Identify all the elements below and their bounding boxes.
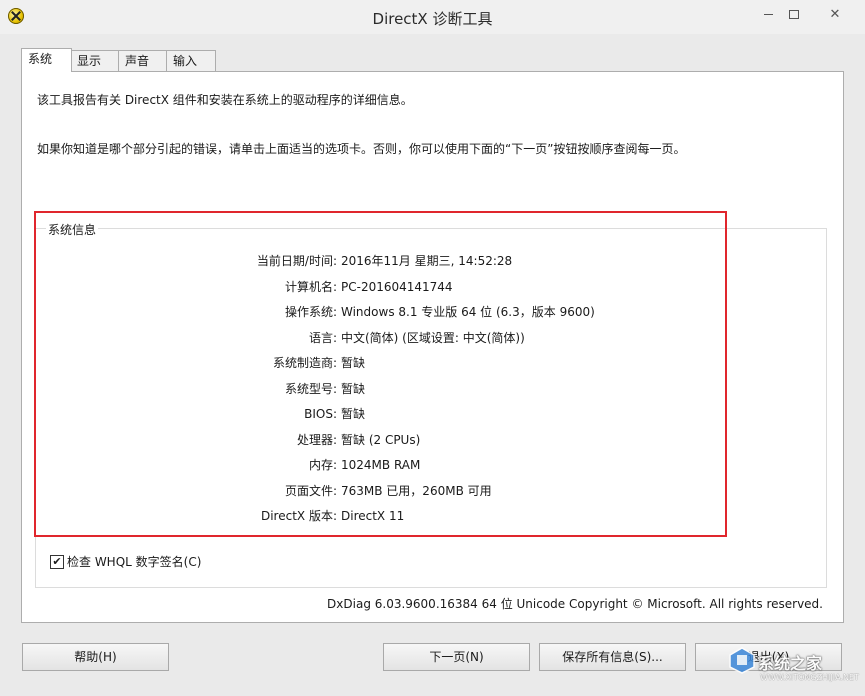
system-tab-panel: 该工具报告有关 DirectX 组件和安装在系统上的驱动程序的详细信息。 如果你… [21,71,844,623]
tab-input[interactable]: 输入 [166,50,216,71]
window-title: DirectX 诊断工具 [372,10,493,28]
dxdiag-version-line: DxDiag 6.03.9600.16384 64 位 Unicode Copy… [327,597,823,611]
close-button[interactable]: ✕ [813,4,857,24]
watermark-logo-icon [729,647,755,674]
whql-check-label[interactable]: 检查 WHQL 数字签名(C) [67,553,201,571]
highlight-frame [34,211,727,537]
save-all-info-button[interactable]: 保存所有信息(S)... [539,643,686,671]
next-page-button[interactable]: 下一页(N) [383,643,530,671]
close-icon: ✕ [829,7,841,22]
maximize-button[interactable] [779,4,809,24]
tab-system[interactable]: 系统 [21,48,72,72]
intro-text-2: 如果你知道是哪个部分引起的错误，请单击上面适当的选项卡。否则，你可以使用下面的“… [37,142,686,156]
title-bar: DirectX 诊断工具 ✕ [0,0,865,34]
minimize-icon [763,14,773,15]
tab-display[interactable]: 显示 [70,50,120,71]
site-watermark: 系统之家 WWW.XITONGZHIJIA.NET [720,640,860,690]
tab-sound[interactable]: 声音 [118,50,168,71]
maximize-icon [789,10,799,19]
watermark-text: 系统之家 [758,654,823,673]
whql-checkbox[interactable]: ✔ [50,555,64,569]
intro-text-1: 该工具报告有关 DirectX 组件和安装在系统上的驱动程序的详细信息。 [37,93,413,107]
help-button[interactable]: 帮助(H) [22,643,169,671]
watermark-url: WWW.XITONGZHIJIA.NET [760,673,859,682]
